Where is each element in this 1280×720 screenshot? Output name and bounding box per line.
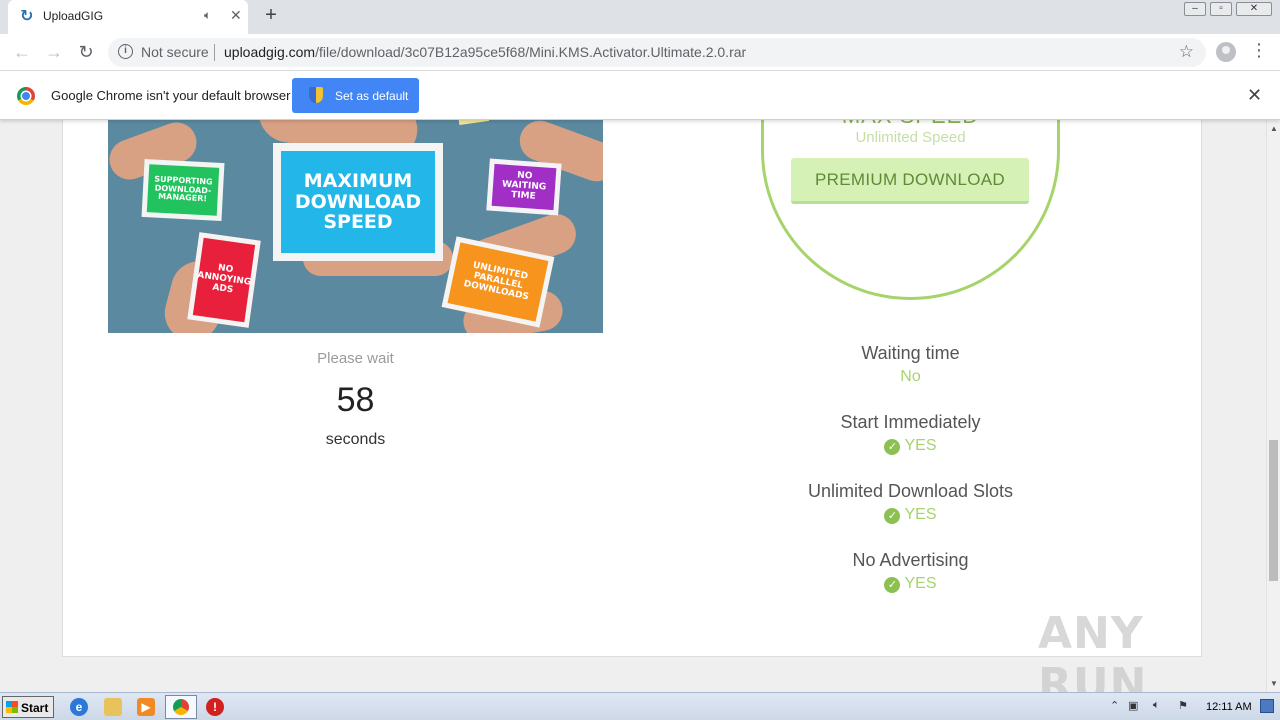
- restore-button[interactable]: ▫: [1210, 2, 1232, 16]
- default-browser-infobar: Google Chrome isn't your default browser…: [0, 71, 1280, 120]
- show-desktop-icon[interactable]: [1260, 699, 1274, 713]
- feature-title: Start Immediately: [840, 412, 981, 432]
- network-icon[interactable]: ▣: [1128, 699, 1138, 712]
- toolbar: ← → ↻ i Not secure uploadgig.com/file/do…: [0, 34, 1280, 71]
- promo-card-no-waiting: NO WAITING TIME: [486, 158, 562, 216]
- scrollbar-thumb[interactable]: [1269, 440, 1278, 581]
- feature-title: Unlimited Download Slots: [807, 481, 1014, 501]
- feature-title: No Advertising: [852, 550, 969, 570]
- security-label: Not secure: [141, 44, 209, 60]
- feature-title: Waiting time: [861, 343, 960, 363]
- url-path: /file/download/3c07B12a95ce5f68/Mini.KMS…: [315, 44, 747, 60]
- feature-unlimited-slots: Unlimited Download Slots ✓ YES: [761, 481, 1060, 524]
- scroll-up-icon[interactable]: ▲: [1270, 124, 1278, 133]
- chrome-logo-icon: [17, 87, 35, 105]
- infobar-close-icon[interactable]: ✕: [1247, 85, 1262, 106]
- new-tab-button[interactable]: +: [260, 4, 282, 27]
- feature-value: YES: [904, 575, 937, 592]
- start-button[interactable]: Start: [2, 696, 54, 718]
- uploadgig-favicon-icon: ↻: [20, 8, 34, 25]
- back-button[interactable]: ←: [10, 40, 34, 64]
- promo-card-max-speed: MAXIMUM DOWNLOAD SPEED: [273, 143, 443, 261]
- audio-playing-icon[interactable]: 🔈︎: [204, 8, 211, 23]
- windows-taskbar: Start e ▶ ! ⌃ ▣ 🔈︎ ⚑ 12:11 AM: [0, 692, 1280, 720]
- countdown-unit: seconds: [325, 431, 386, 448]
- reload-button[interactable]: ↻: [74, 40, 98, 64]
- check-circle-icon: ✓: [884, 439, 901, 455]
- infobar-message: Google Chrome isn't your default browser: [51, 88, 291, 103]
- feature-no-advertising: No Advertising ✓ YES: [761, 550, 1060, 593]
- check-circle-icon: ✓: [884, 577, 901, 593]
- bookmark-star-icon[interactable]: ☆: [1179, 42, 1194, 62]
- page-viewport: SUPPORTING DOWNLOAD-MANAGER! MAXIMUM DOW…: [0, 120, 1266, 692]
- tab-close-icon[interactable]: ✕: [230, 7, 242, 24]
- premium-promo-image: SUPPORTING DOWNLOAD-MANAGER! MAXIMUM DOW…: [108, 120, 603, 333]
- check-circle-icon: ✓: [884, 508, 901, 524]
- feature-value-row: ✓ YES: [761, 575, 1060, 593]
- volume-icon[interactable]: 🔈︎: [1153, 699, 1160, 712]
- profile-avatar-icon[interactable]: [1216, 42, 1236, 62]
- url-host: uploadgig.com: [224, 44, 316, 60]
- countdown-value: 58: [336, 381, 375, 419]
- page-scrollbar[interactable]: ▲ ▼: [1266, 120, 1280, 692]
- promo-card-download-manager: SUPPORTING DOWNLOAD-MANAGER!: [141, 158, 225, 222]
- media-player-icon[interactable]: ▶: [137, 698, 155, 716]
- file-explorer-icon[interactable]: [104, 698, 122, 716]
- feature-value: YES: [904, 506, 937, 523]
- uac-shield-icon: [309, 87, 323, 103]
- security-alert-icon[interactable]: !: [206, 698, 224, 716]
- chrome-taskbar-button[interactable]: [165, 695, 197, 719]
- close-window-button[interactable]: ✕: [1236, 2, 1272, 16]
- action-center-flag-icon[interactable]: ⚑: [1178, 699, 1188, 712]
- promo-card-no-ads: NO ANNOYING ADS: [187, 232, 261, 328]
- feature-waiting-time: Waiting time No: [761, 343, 1060, 386]
- feature-value: No: [900, 368, 921, 385]
- address-divider: [214, 44, 215, 61]
- chrome-menu-icon[interactable]: ⋮: [1250, 40, 1268, 61]
- premium-circle: [761, 120, 1060, 300]
- minimize-button[interactable]: –: [1184, 2, 1206, 16]
- please-wait-label: Please wait: [317, 350, 394, 367]
- taskbar-clock[interactable]: 12:11 AM: [1206, 701, 1252, 713]
- address-bar[interactable]: i Not secure uploadgig.com/file/download…: [108, 38, 1206, 67]
- forward-button[interactable]: →: [42, 40, 66, 64]
- promo-sticky-note: [456, 120, 490, 126]
- windows-logo-icon: [6, 701, 18, 713]
- set-as-default-label: Set as default: [335, 89, 409, 103]
- tray-expand-icon[interactable]: ⌃: [1110, 699, 1119, 712]
- tab-uploadgig[interactable]: ↻ UploadGIG 🔈︎ ✕: [8, 0, 248, 34]
- internet-explorer-icon[interactable]: e: [70, 698, 88, 716]
- feature-value: YES: [904, 437, 937, 454]
- tab-title: UploadGIG: [43, 9, 104, 23]
- anyrun-watermark: ANY RUN: [1038, 608, 1148, 692]
- premium-download-button[interactable]: PREMIUM DOWNLOAD: [791, 158, 1029, 204]
- feature-value-row: ✓ YES: [761, 506, 1060, 524]
- set-as-default-button[interactable]: Set as default: [292, 78, 419, 113]
- download-card: SUPPORTING DOWNLOAD-MANAGER! MAXIMUM DOW…: [62, 120, 1202, 657]
- feature-value-row: ✓ YES: [761, 437, 1060, 455]
- start-label: Start: [21, 701, 49, 715]
- tab-strip: ↻ UploadGIG 🔈︎ ✕ + – ▫ ✕: [0, 0, 1280, 34]
- scroll-down-icon[interactable]: ▼: [1270, 679, 1278, 688]
- chrome-icon: [173, 699, 189, 715]
- info-icon[interactable]: i: [118, 44, 133, 59]
- url-text[interactable]: uploadgig.com/file/download/3c07B12a95ce…: [224, 44, 746, 60]
- max-speed-heading: MAX SPEED: [761, 120, 1060, 129]
- unlimited-speed-subheading: Unlimited Speed: [855, 129, 966, 146]
- feature-start-immediately: Start Immediately ✓ YES: [761, 412, 1060, 455]
